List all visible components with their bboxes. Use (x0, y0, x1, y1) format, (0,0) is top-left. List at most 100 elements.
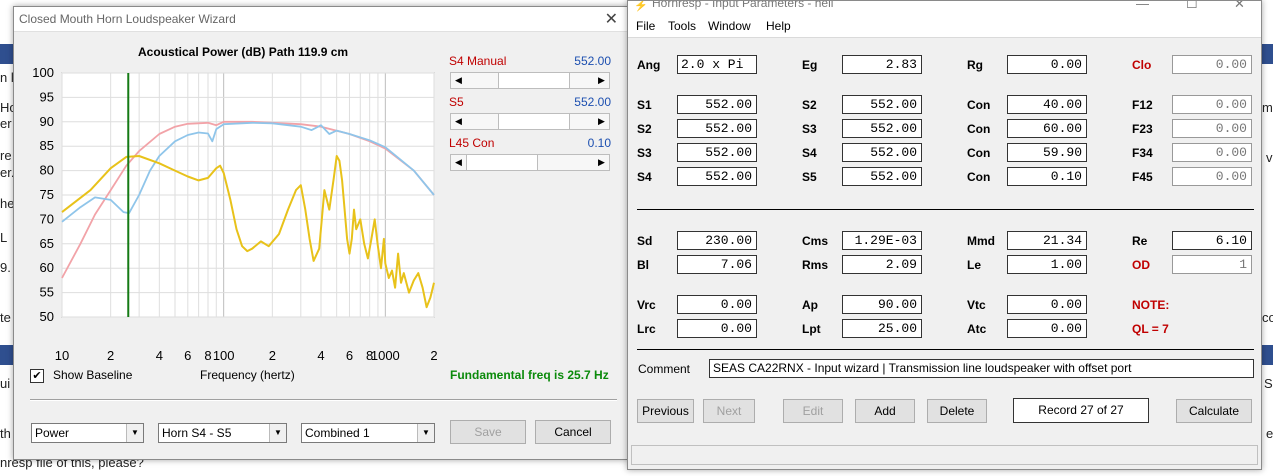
param-input[interactable]: 0.00 (1172, 55, 1252, 74)
param-input[interactable]: 0.10 (1007, 167, 1087, 186)
show-baseline-checkbox[interactable]: ✔ (30, 369, 44, 383)
param-input[interactable]: 552.00 (842, 119, 922, 138)
background-text-fragment: n l (0, 70, 14, 85)
param-input[interactable]: 90.00 (842, 295, 922, 314)
save-button[interactable]: Save (450, 420, 526, 444)
menu-tools[interactable]: Tools (668, 19, 696, 33)
param-input[interactable]: 0.00 (1172, 119, 1252, 138)
param-input[interactable]: 0.00 (677, 319, 757, 338)
param-input[interactable]: 552.00 (677, 119, 757, 138)
horn-segment-value: Horn S4 - S5 (162, 426, 232, 440)
cancel-button[interactable]: Cancel (535, 420, 611, 444)
horn-type-value: Combined 1 (305, 426, 370, 440)
param-input[interactable]: 7.06 (677, 255, 757, 274)
param-label: Con (967, 122, 991, 136)
param-input[interactable]: 0.00 (1007, 295, 1087, 314)
param-label: F23 (1132, 122, 1153, 136)
y-tick-label: 60 (40, 260, 54, 275)
param-input[interactable]: 1.00 (1007, 255, 1087, 274)
slider-thumb[interactable] (497, 114, 570, 129)
menu-window[interactable]: Window (708, 19, 751, 33)
slider-track[interactable]: ◀ ▶ (450, 113, 610, 130)
delete-button[interactable]: Delete (927, 399, 987, 423)
comment-field[interactable]: SEAS CA22RNX - Input wizard | Transmissi… (709, 359, 1254, 378)
param-input[interactable]: 0.00 (1172, 143, 1252, 162)
minimize-icon[interactable]: — (1136, 1, 1149, 11)
param-label: S2 (802, 98, 817, 112)
x-tick-label: 8 (204, 348, 211, 363)
menu-bar: File Tools Window Help (628, 15, 1261, 38)
slider-track[interactable]: ◀ ▶ (450, 72, 610, 89)
param-input[interactable]: 552.00 (842, 95, 922, 114)
horn-segment-select[interactable]: Horn S4 - S5 ▼ (158, 423, 287, 443)
chevron-right-icon[interactable]: ▶ (594, 155, 609, 170)
param-input[interactable]: 1 (1172, 255, 1252, 274)
slider-thumb[interactable] (466, 155, 538, 170)
param-input[interactable]: 552.00 (677, 143, 757, 162)
param-label: Rg (967, 58, 983, 72)
calculate-button[interactable]: Calculate (1176, 399, 1252, 423)
param-label: Vrc (637, 298, 656, 312)
param-label: F12 (1132, 98, 1153, 112)
x-tick-label: 2 (269, 348, 276, 363)
horn-wizard-window: Closed Mouth Horn Loudspeaker Wizard ✕ A… (13, 6, 629, 460)
param-label: Sd (637, 234, 653, 248)
close-icon[interactable]: ✕ (605, 9, 618, 29)
param-input[interactable]: 0.00 (1007, 55, 1087, 74)
param-input[interactable]: 25.00 (842, 319, 922, 338)
slider-value: 552.00 (574, 54, 611, 68)
chevron-right-icon[interactable]: ▶ (594, 114, 609, 129)
param-label: QL = 7 (1132, 322, 1169, 336)
param-label: Re (1132, 234, 1148, 248)
close-icon[interactable]: ✕ (1234, 1, 1245, 12)
y-tick-label: 50 (40, 309, 54, 324)
param-input[interactable]: 230.00 (677, 231, 757, 250)
chevron-left-icon[interactable]: ◀ (451, 73, 466, 88)
plot-type-select[interactable]: Power ▼ (31, 423, 144, 443)
param-input[interactable]: 0.00 (1007, 319, 1087, 338)
param-label: Con (967, 146, 991, 160)
param-input[interactable]: 552.00 (677, 95, 757, 114)
param-input[interactable]: 2.83 (842, 55, 922, 74)
param-input[interactable]: 552.00 (677, 167, 757, 186)
add-button[interactable]: Add (855, 399, 915, 423)
param-input[interactable]: 552.00 (842, 167, 922, 186)
param-input[interactable]: 0.00 (677, 295, 757, 314)
param-input[interactable]: 59.90 (1007, 143, 1087, 162)
background-text-fragment: co (1262, 310, 1273, 325)
y-tick-label: 100 (32, 65, 54, 80)
slider-thumb[interactable] (497, 73, 570, 88)
param-input[interactable]: 1.29E-03 (842, 231, 922, 250)
y-tick-label: 90 (40, 114, 54, 129)
background-text-fragment: m (1262, 100, 1273, 115)
param-input[interactable]: 6.10 (1172, 231, 1252, 250)
previous-button[interactable]: Previous (637, 399, 694, 423)
menu-file[interactable]: File (636, 19, 655, 33)
chevron-left-icon[interactable]: ◀ (451, 114, 466, 129)
param-input[interactable]: 2.0 x Pi (677, 55, 757, 74)
param-input[interactable]: 21.34 (1007, 231, 1087, 250)
x-tick-label: 100 (213, 348, 235, 363)
param-input[interactable]: 40.00 (1007, 95, 1087, 114)
param-input[interactable]: 552.00 (842, 143, 922, 162)
hornresp-titlebar: ⚡ Hornresp - Input Parameters - hell — ☐… (628, 1, 1261, 15)
param-input[interactable]: 60.00 (1007, 119, 1087, 138)
param-input[interactable]: 0.00 (1172, 95, 1252, 114)
edit-button[interactable]: Edit (783, 399, 843, 423)
y-tick-label: 85 (40, 138, 54, 153)
chevron-left-icon[interactable]: ◀ (451, 155, 466, 170)
param-input[interactable]: 2.09 (842, 255, 922, 274)
next-button[interactable]: Next (703, 399, 755, 423)
record-indicator: Record 27 of 27 (1013, 398, 1149, 423)
menu-help[interactable]: Help (766, 19, 791, 33)
background-text-fragment: S (1264, 376, 1273, 391)
param-label: OD (1132, 258, 1150, 272)
chevron-down-icon: ▼ (126, 424, 143, 442)
horn-type-select[interactable]: Combined 1 ▼ (301, 423, 435, 443)
y-tick-label: 80 (40, 163, 54, 178)
maximize-icon[interactable]: ☐ (1186, 1, 1198, 12)
chevron-right-icon[interactable]: ▶ (594, 73, 609, 88)
divider (637, 209, 1254, 210)
slider-track[interactable]: ◀ ▶ (450, 154, 610, 171)
param-input[interactable]: 0.00 (1172, 167, 1252, 186)
